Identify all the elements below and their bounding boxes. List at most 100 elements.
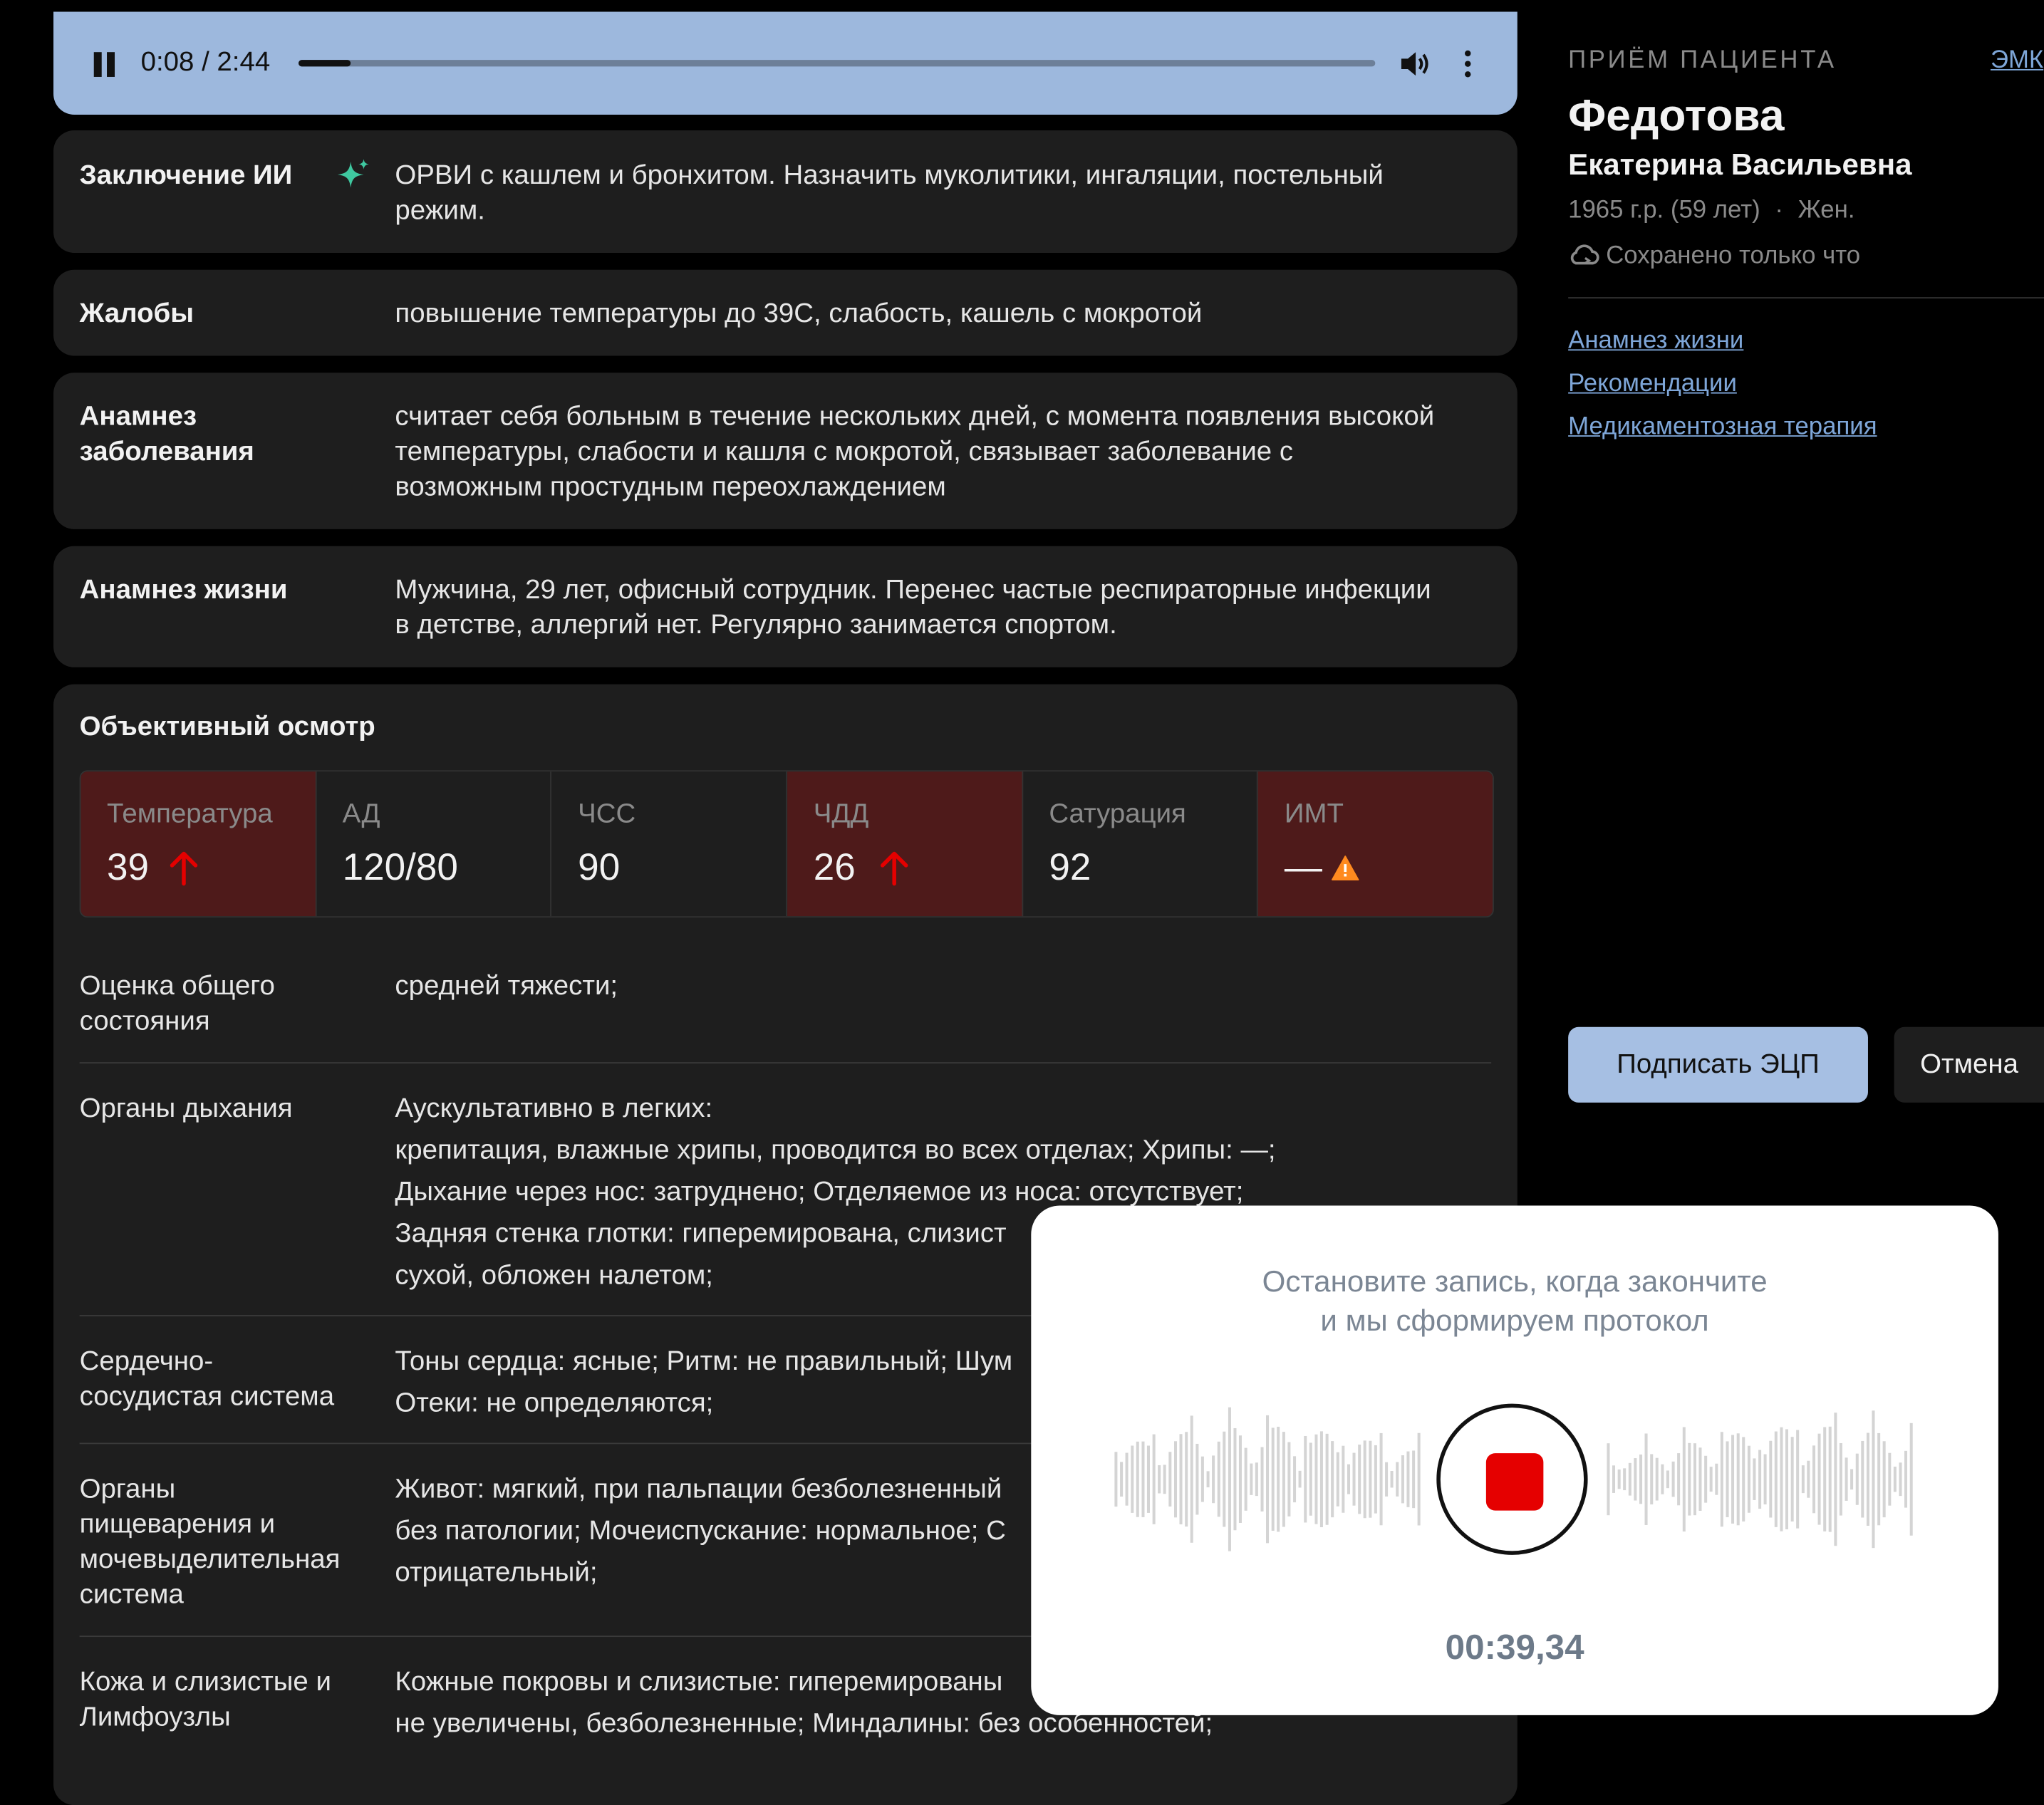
waveform-bar bbox=[1141, 1441, 1145, 1517]
vital-label: ИМТ bbox=[1284, 799, 1344, 829]
waveform-bar bbox=[1363, 1440, 1366, 1519]
waveform-bar bbox=[1817, 1433, 1821, 1525]
waveform-bar bbox=[1872, 1410, 1875, 1549]
label-line: Оценка общего bbox=[79, 971, 275, 1002]
waveform-bar bbox=[1298, 1470, 1302, 1488]
anchor-life-history[interactable]: Анамнез жизни bbox=[1568, 327, 1743, 355]
stop-icon bbox=[1485, 1453, 1544, 1511]
anchor-drug-therapy[interactable]: Медикаментозная терапия bbox=[1568, 413, 1877, 442]
separator-dot: · bbox=[1775, 197, 1783, 224]
label-line: мочевыделительная bbox=[79, 1544, 341, 1575]
text-line: Аускультативно в легких: bbox=[395, 1093, 713, 1124]
waveform-bar bbox=[1244, 1447, 1247, 1511]
waveform-bar bbox=[1325, 1433, 1329, 1525]
text-line: ОРВИ с кашлем и бронхитом. Назначить мук… bbox=[395, 160, 1384, 191]
waveform-bar bbox=[1877, 1432, 1881, 1526]
waveform-bar bbox=[1736, 1433, 1740, 1526]
playback-progress-fill bbox=[299, 60, 352, 67]
ai-conclusion-card: Заключение ИИ ОРВИ с кашлем и бронхитом.… bbox=[53, 130, 1518, 253]
label-line: Кожа и слизистые и bbox=[79, 1667, 331, 1697]
playback-time: 0:08 / 2:44 bbox=[140, 46, 271, 77]
waveform-bar bbox=[1628, 1462, 1631, 1496]
waveform-bar bbox=[1617, 1469, 1621, 1489]
arrow-up-icon bbox=[880, 851, 908, 886]
ai-conclusion-label: Заключение ИИ bbox=[79, 160, 293, 191]
waveform-bar bbox=[1277, 1426, 1280, 1532]
waveform-bar bbox=[1769, 1440, 1773, 1518]
waveform-bar bbox=[1304, 1435, 1307, 1523]
vital-value: 26 bbox=[813, 847, 856, 889]
waveform-bar bbox=[1152, 1434, 1156, 1524]
complaints-text: повышение температуры до 39С, слабость, … bbox=[395, 298, 1203, 329]
waveform-bar bbox=[1666, 1470, 1669, 1489]
waveform-bar bbox=[1331, 1441, 1334, 1518]
label-line: Сердечно- bbox=[79, 1346, 214, 1377]
cloud-sync-icon bbox=[1570, 244, 1599, 265]
waveform-bar bbox=[1417, 1432, 1421, 1526]
waveform-bar bbox=[1120, 1462, 1124, 1497]
waveform-bar bbox=[1855, 1453, 1859, 1505]
waveform-bar bbox=[1688, 1442, 1691, 1516]
divider bbox=[1568, 297, 2044, 299]
waveform-bar bbox=[1195, 1443, 1199, 1515]
sign-ecp-button[interactable]: Подписать ЭЦП bbox=[1568, 1026, 1868, 1103]
life-history-card: Анамнез жизни Мужчина, 29 лет, офисный с… bbox=[53, 546, 1518, 667]
waveform-bar bbox=[1845, 1457, 1848, 1501]
stop-recording-button[interactable] bbox=[1436, 1403, 1588, 1555]
waveform-bar bbox=[1704, 1455, 1708, 1503]
waveform-bar bbox=[1379, 1432, 1383, 1526]
waveform-bar bbox=[1228, 1407, 1231, 1551]
waveform-bar bbox=[1634, 1458, 1637, 1501]
waveform-bar bbox=[1893, 1466, 1897, 1492]
label-line: Лимфоузлы bbox=[79, 1702, 231, 1732]
vital-label: Температура bbox=[107, 799, 273, 829]
text-line: считает себя больным в течение нескольки… bbox=[395, 401, 1435, 432]
waveform-bar bbox=[1904, 1450, 1908, 1508]
text-line: возможным простудным переохлаждением bbox=[395, 472, 946, 502]
text-line: режим. bbox=[395, 195, 485, 226]
complaints-label: Жалобы bbox=[79, 298, 194, 329]
exam-row-label: Оценка общего состояния bbox=[80, 968, 367, 1039]
exam-row-label: Органы дыхания bbox=[80, 1091, 367, 1125]
volume-icon[interactable] bbox=[1397, 47, 1431, 81]
text-line: температуры, слабости и кашля с мокротой… bbox=[395, 436, 1294, 467]
waveform-bar bbox=[1131, 1445, 1134, 1513]
label-line: Анамнез bbox=[79, 401, 197, 432]
text-line: Мужчина, 29 лет, офисный сотрудник. Пере… bbox=[395, 574, 1431, 605]
emk-link[interactable]: ЭМК bbox=[1991, 47, 2043, 76]
waveform-bar bbox=[1185, 1432, 1188, 1527]
waveform-bar bbox=[1661, 1464, 1664, 1494]
complaints-card: Жалобы повышение температуры до 39С, сла… bbox=[53, 269, 1518, 356]
waveform-bar bbox=[1114, 1452, 1118, 1507]
waveform-bar bbox=[1146, 1445, 1150, 1513]
birth-year: 1965 г.р. (59 лет) bbox=[1568, 197, 1760, 224]
playback-progress-bar[interactable] bbox=[299, 60, 1376, 67]
cancel-button[interactable]: Отмена bbox=[1894, 1026, 2044, 1103]
pause-icon[interactable] bbox=[93, 52, 116, 77]
life-history-text: Мужчина, 29 лет, офисный сотрудник. Пере… bbox=[395, 572, 1493, 643]
gender: Жен. bbox=[1797, 197, 1855, 224]
waveform-bar bbox=[1266, 1415, 1270, 1544]
vital-saturation: Сатурация 92 bbox=[1022, 771, 1259, 917]
life-history-label: Анамнез жизни bbox=[79, 574, 288, 605]
divider bbox=[79, 1062, 1492, 1064]
waveform-bar bbox=[1682, 1427, 1686, 1532]
text-line: крепитация, влажные хрипы, проводится во… bbox=[395, 1135, 1276, 1165]
waveform-bar bbox=[1796, 1430, 1800, 1529]
waveform-bar bbox=[1260, 1447, 1264, 1512]
exam-row-text: средней тяжести; bbox=[395, 966, 1491, 1008]
waveform-bar bbox=[1336, 1452, 1339, 1507]
waveform-bar bbox=[1342, 1445, 1345, 1513]
waveform-bar bbox=[1206, 1471, 1210, 1488]
label-line: состояния bbox=[79, 1006, 210, 1036]
vital-label: АД bbox=[342, 799, 380, 829]
waveform-bar bbox=[1823, 1427, 1827, 1531]
label-line: Органы bbox=[79, 1474, 176, 1504]
waveform-bar bbox=[1347, 1464, 1351, 1494]
anchor-recommendations[interactable]: Рекомендации bbox=[1568, 370, 1737, 399]
waveform-bar bbox=[1293, 1456, 1297, 1503]
disease-history-card: Анамнез заболевания считает себя больным… bbox=[53, 373, 1518, 529]
waveform-bar bbox=[1899, 1462, 1902, 1497]
more-options-icon[interactable] bbox=[1458, 50, 1478, 78]
label-line: Органы дыхания bbox=[79, 1093, 293, 1124]
